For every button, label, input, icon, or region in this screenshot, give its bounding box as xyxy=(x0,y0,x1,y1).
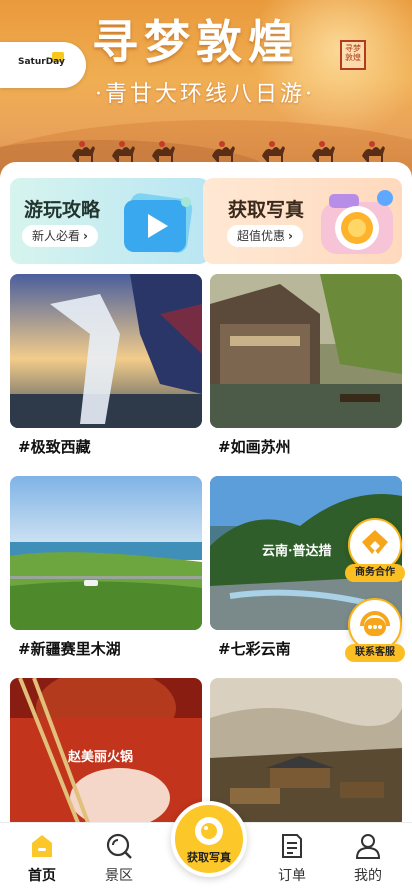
search-icon xyxy=(106,833,132,859)
user-icon xyxy=(355,834,381,859)
tile-caption[interactable]: #如画苏州 xyxy=(218,436,291,457)
red-seal-stamp: 寻梦 敦煌 xyxy=(340,40,366,70)
nav-orders[interactable]: 订单 xyxy=(262,831,322,885)
business-cooperation-button[interactable]: 商务合作 xyxy=(345,518,405,582)
banner-title: 寻梦敦煌 xyxy=(92,15,300,69)
promo-badge[interactable]: 超值优惠 › xyxy=(227,225,303,247)
tile-hotpot-image[interactable]: 赵美丽火锅 xyxy=(10,678,202,828)
promo-title: 获取写真 xyxy=(228,199,305,221)
hero-banner[interactable]: 寻梦敦煌 ·青甘大环线八日游· 寻梦 敦煌 SaturDay xyxy=(0,0,412,178)
camera-icon xyxy=(321,190,393,254)
tile-caption[interactable]: #七彩云南 xyxy=(218,638,291,659)
business-cooperation-label: 商务合作 xyxy=(345,564,405,582)
nav-mine[interactable]: 我的 xyxy=(338,831,398,885)
play-icon xyxy=(124,193,193,253)
photo-promo-card[interactable]: 获取写真 超值优惠 › xyxy=(203,178,402,264)
tile-caption[interactable]: #新疆赛里木湖 xyxy=(18,638,121,659)
app-screen: 寻梦敦煌 ·青甘大环线八日游· 寻梦 敦煌 SaturDay 游玩攻略 新人必看… xyxy=(0,0,412,896)
home-icon xyxy=(32,835,52,857)
promo-badge-label: 新人必看 xyxy=(32,229,81,243)
nav-home[interactable]: 首页 xyxy=(12,831,72,885)
tile-suzhou-image[interactable] xyxy=(210,274,402,428)
nav-scenic[interactable]: 景区 xyxy=(89,831,149,885)
nav-home-label: 首页 xyxy=(28,868,56,884)
tile-overlay-text: 云南·普达措 xyxy=(262,544,332,559)
banner-subtitle: ·青甘大环线八日游· xyxy=(95,82,315,107)
sayram-photo xyxy=(10,476,202,630)
get-photo-center-button[interactable]: 获取写真 xyxy=(171,801,247,877)
tile-overlay-text: 赵美丽火锅 xyxy=(68,750,134,765)
tile-sayram-image[interactable] xyxy=(10,476,202,630)
tile-tibet-image[interactable] xyxy=(10,274,202,428)
tile-caption[interactable]: #极致西藏 xyxy=(18,436,91,457)
camel-caravan-illustration xyxy=(72,141,385,162)
nav-scenic-label: 景区 xyxy=(105,868,133,884)
guide-promo-card[interactable]: 游玩攻略 新人必看 › xyxy=(10,178,209,264)
tile-village-image[interactable] xyxy=(210,678,402,828)
nav-mine-label: 我的 xyxy=(354,868,382,884)
brand-logo[interactable]: SaturDay xyxy=(0,42,86,88)
camera-lens-icon xyxy=(195,817,223,845)
village-photo xyxy=(210,678,402,828)
promo-badge-label: 超值优惠 xyxy=(237,229,286,243)
customer-service-label: 联系客服 xyxy=(345,644,405,662)
tibet-photo xyxy=(10,274,202,428)
order-list-icon xyxy=(282,834,302,858)
promo-badge[interactable]: 新人必看 › xyxy=(22,225,98,247)
brand-logo-text: SaturDay xyxy=(18,57,65,67)
promo-title: 游玩攻略 xyxy=(24,199,101,221)
chevron-right-icon: › xyxy=(83,229,88,243)
chevron-right-icon: › xyxy=(288,229,293,243)
customer-service-button[interactable]: 联系客服 xyxy=(345,598,405,662)
suzhou-photo xyxy=(210,274,402,428)
center-button-label: 获取写真 xyxy=(187,851,231,864)
nav-orders-label: 订单 xyxy=(278,868,306,884)
